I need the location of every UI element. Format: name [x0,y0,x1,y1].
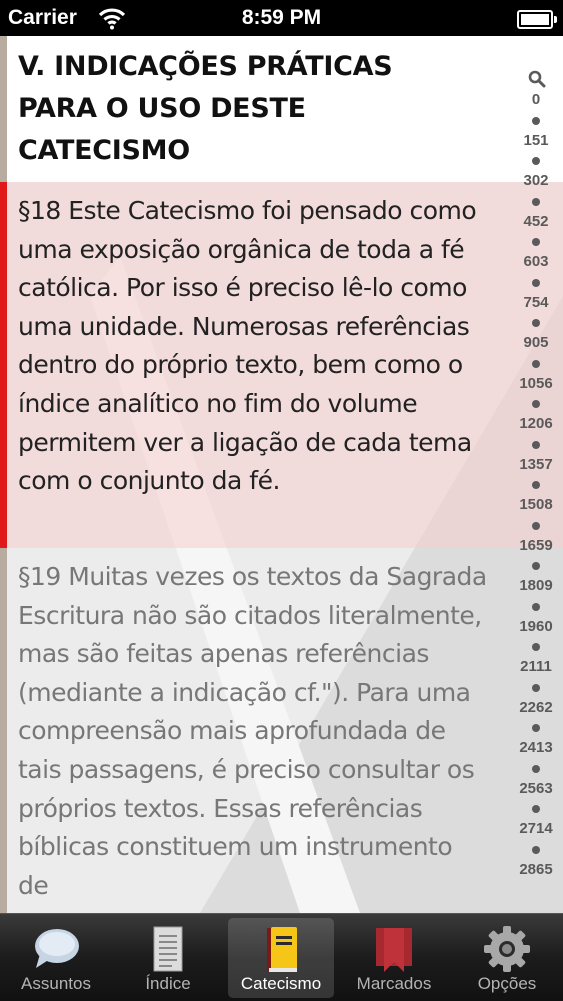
index-mark[interactable]: 1056 [509,375,563,392]
index-mark[interactable]: 2262 [509,699,563,716]
battery-icon [517,10,557,29]
status-bar: Carrier 8:59 PM [0,0,563,36]
index-dot[interactable] [532,359,540,368]
index-mark[interactable]: 0 [509,92,563,108]
index-mark[interactable]: 302 [509,173,563,189]
index-dot[interactable] [532,197,540,206]
index-dot[interactable] [532,805,540,813]
index-mark[interactable]: 1809 [509,578,563,594]
tab-opcoes[interactable]: Opções [454,918,560,998]
tab-label: Marcados [356,974,432,993]
index-mark[interactable]: 2413 [509,740,563,756]
book-icon [267,927,297,972]
section-heading: V. INDICAÇÕES PRÁTICAS PARA O USO DESTE … [18,51,393,166]
index-mark[interactable]: 905 [509,335,563,351]
index-mark[interactable]: 1508 [509,497,563,513]
index-mark[interactable]: 1960 [509,618,563,635]
index-mark[interactable]: 2714 [509,821,563,837]
index-dot[interactable] [532,238,540,246]
tab-label: Catecismo [240,974,322,993]
index-mark[interactable]: 151 [509,132,563,149]
index-mark[interactable]: 1659 [509,537,563,554]
index-dot[interactable] [532,278,540,287]
tab-marcados[interactable]: Marcados [341,918,447,998]
index-dot[interactable] [532,724,540,732]
tab-catecismo[interactable]: Catecismo [228,918,334,998]
index-dot[interactable] [532,319,540,327]
search-icon[interactable] [528,70,546,88]
index-mark[interactable]: 754 [509,294,563,311]
tab-label: Índice [145,974,191,993]
paragraph-18[interactable]: §18 Este Catecismo foi pensado como uma … [18,192,488,501]
gear-icon [484,926,530,972]
index-mark[interactable]: 452 [509,213,563,230]
index-dot[interactable] [532,116,540,125]
index-dot[interactable] [532,440,540,449]
index-mark[interactable]: 2563 [509,780,563,797]
index-dot[interactable] [532,643,540,651]
index-dot[interactable] [532,157,540,165]
index-dot[interactable] [532,481,540,489]
index-mark[interactable]: 1357 [509,456,563,473]
tab-assuntos[interactable]: Assuntos [3,918,109,998]
index-mark[interactable]: 1206 [509,416,563,432]
tab-bar: Assuntos Índice Catecismo Marcados Opçõe… [0,913,563,1001]
document-list-icon [153,926,183,972]
speech-bubble-icon [35,929,79,968]
index-mark[interactable]: 2111 [509,659,563,675]
reader-content[interactable]: V. INDICAÇÕES PRÁTICAS PARA O USO DESTE … [0,36,563,913]
tab-label: Assuntos [21,974,91,993]
scroll-index[interactable]: 0 151 302 452 603 754 905 1056 1206 1357 1508 1659 1… [509,70,563,910]
clock: 8:59 PM [241,6,322,29]
bookmark-icon [376,928,412,972]
paragraph-19[interactable]: §19 Muitas vezes os textos da Sagrada Es… [18,558,488,905]
index-dot[interactable] [532,602,540,611]
index-dot[interactable] [532,400,540,408]
index-dot[interactable] [532,845,540,854]
index-dot[interactable] [532,562,540,570]
index-dot[interactable] [532,683,540,692]
tab-indice[interactable]: Índice [115,918,221,998]
index-mark[interactable]: 603 [509,254,563,270]
index-mark[interactable]: 2865 [509,861,563,878]
index-dot[interactable] [532,521,540,530]
highlight-bar [0,182,7,548]
tab-label: Opções [477,974,537,993]
index-dot[interactable] [532,764,540,773]
